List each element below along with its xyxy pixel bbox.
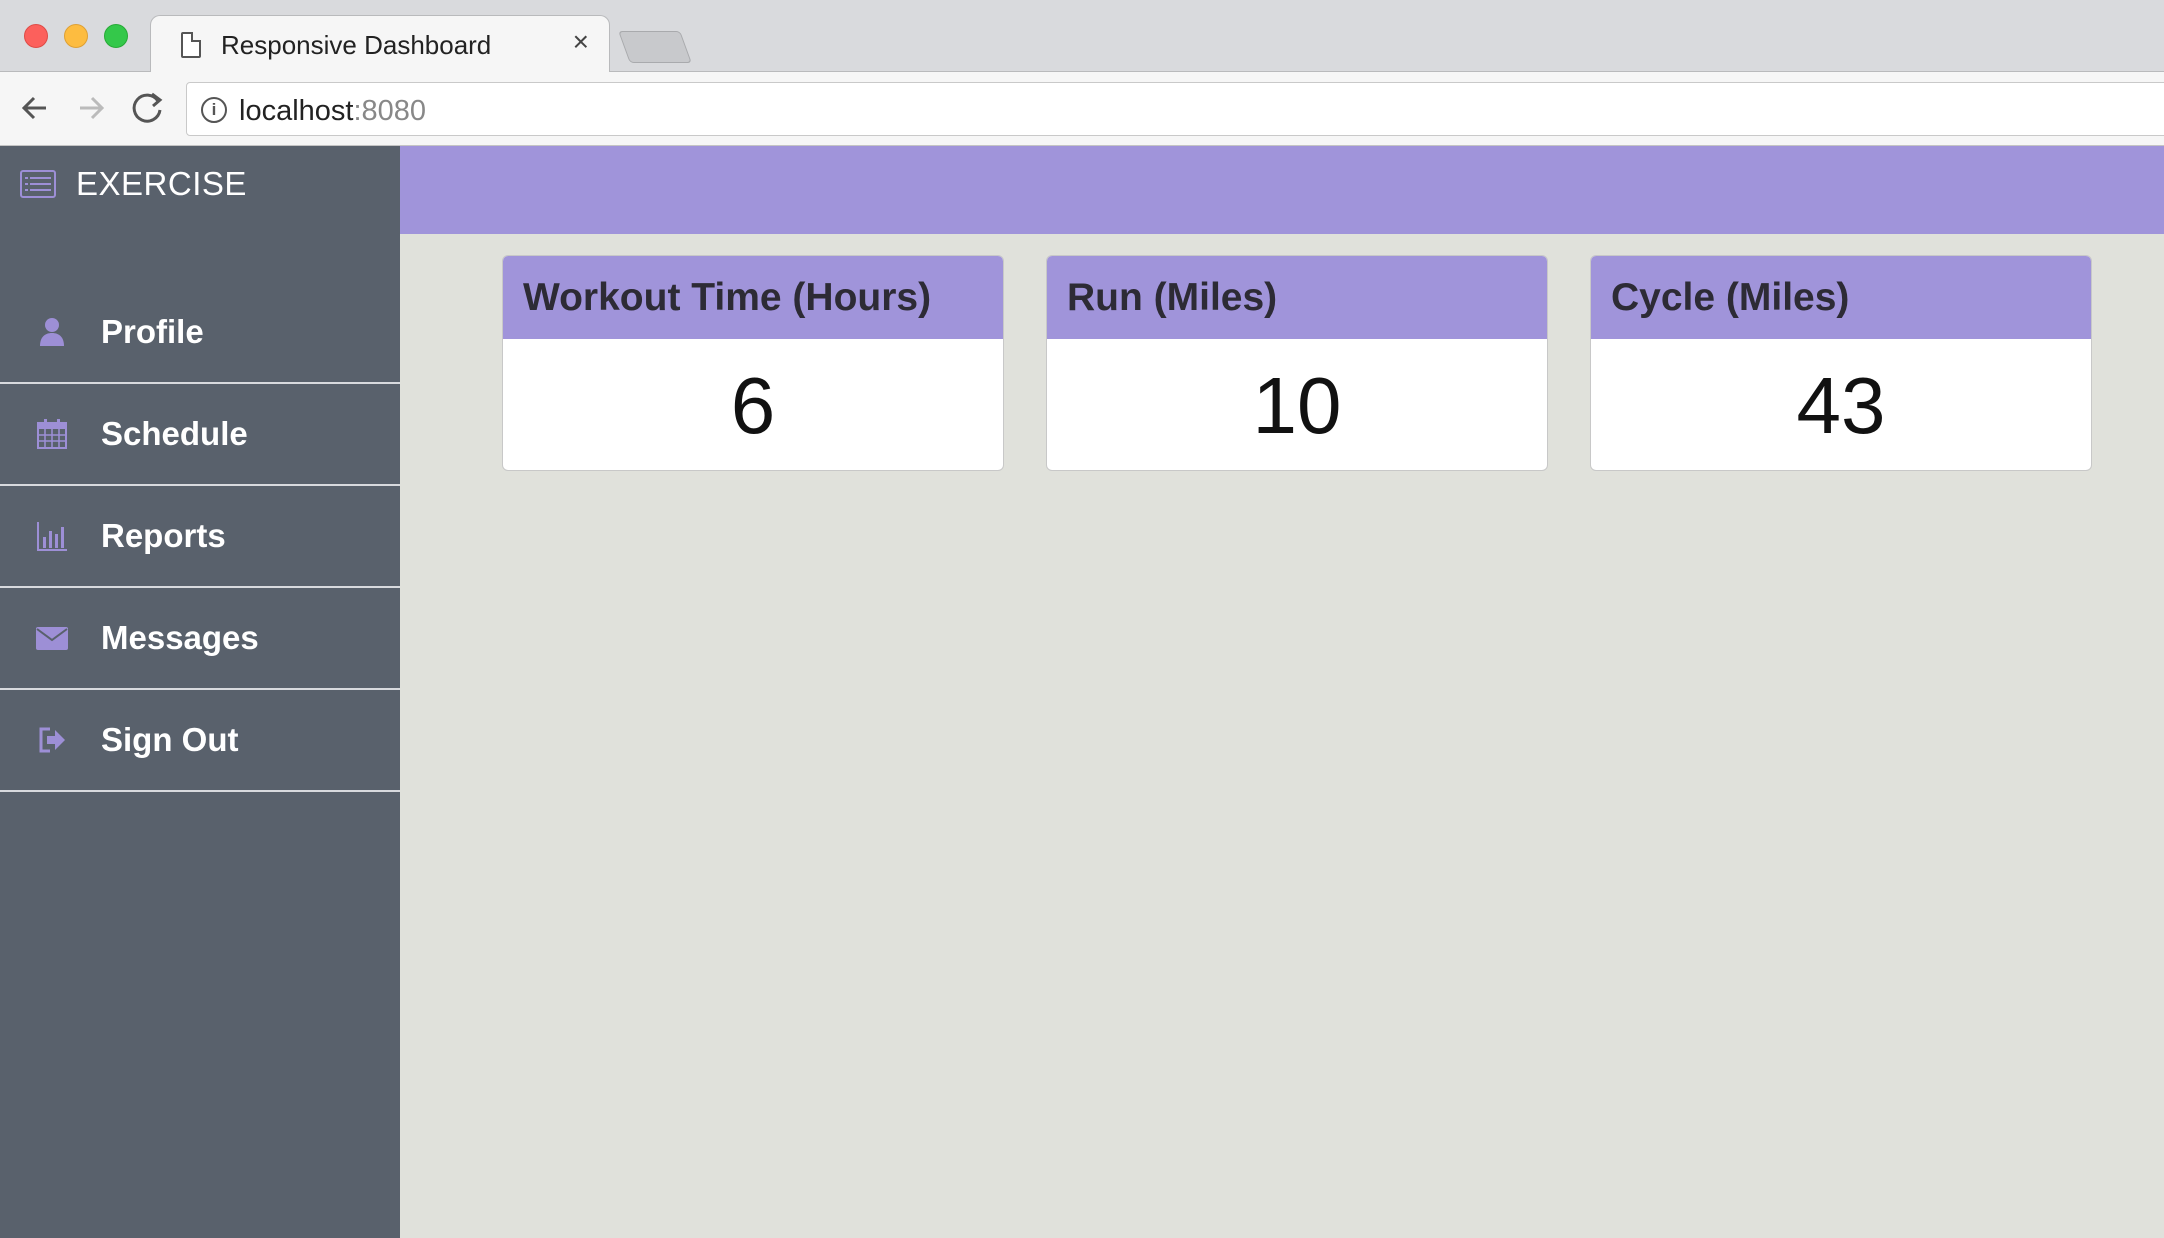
brand[interactable]: EXERCISE (20, 164, 247, 204)
browser-toolbar: i localhost:8080 (0, 72, 2164, 146)
tab-close-button[interactable]: × (573, 28, 589, 56)
stat-card-cycle: Cycle (Miles) 43 (1590, 255, 2092, 471)
card-title: Workout Time (Hours) (523, 275, 932, 319)
card-header: Run (Miles) (1047, 256, 1547, 339)
reload-button[interactable] (126, 86, 170, 130)
minimize-window-button[interactable] (64, 24, 88, 48)
forward-button[interactable] (68, 86, 112, 130)
tab-title: Responsive Dashboard (221, 30, 492, 60)
sign-out-icon (39, 727, 65, 753)
card-header: Cycle (Miles) (1591, 256, 2091, 339)
envelope-icon (36, 627, 68, 650)
stat-card-run: Run (Miles) 10 (1046, 255, 1548, 471)
arrow-right-icon (80, 96, 105, 120)
card-title: Cycle (Miles) (1611, 275, 1850, 319)
card-value: 10 (1252, 360, 1342, 450)
sidebar-item-label: Reports (101, 517, 226, 554)
sidebar-nav: Profile Schedule Reports Messages Sign O… (0, 282, 400, 792)
card-value: 6 (730, 360, 776, 450)
sidebar-item-profile[interactable]: Profile (0, 282, 400, 384)
maximize-window-button[interactable] (104, 24, 128, 48)
sidebar: EXERCISE Profile Schedule Reports Messag… (0, 146, 400, 1238)
sidebar-item-sign-out[interactable]: Sign Out (0, 690, 400, 792)
info-icon[interactable]: i (201, 97, 227, 123)
card-title: Run (Miles) (1067, 275, 1278, 319)
document-icon (181, 32, 201, 58)
bar-chart-icon (37, 522, 67, 551)
url-port: :8080 (353, 95, 427, 127)
sidebar-item-reports[interactable]: Reports (0, 486, 400, 588)
new-tab-button[interactable] (618, 31, 692, 63)
browser-tab-bar: Responsive Dashboard × (0, 0, 2164, 73)
header-bar (400, 146, 2164, 234)
address-bar[interactable]: i localhost:8080 (186, 82, 2164, 136)
card-header: Workout Time (Hours) (503, 256, 1003, 339)
back-button[interactable] (14, 86, 58, 130)
sidebar-item-label: Schedule (101, 415, 248, 452)
arrow-left-icon (21, 96, 46, 120)
url-host: localhost (239, 95, 354, 127)
user-icon (40, 318, 64, 346)
card-value: 43 (1796, 360, 1886, 450)
list-icon (20, 170, 56, 198)
sidebar-item-schedule[interactable]: Schedule (0, 384, 400, 486)
sidebar-item-messages[interactable]: Messages (0, 588, 400, 690)
sidebar-item-label: Messages (101, 619, 259, 656)
sidebar-item-label: Sign Out (101, 721, 239, 758)
close-window-button[interactable] (24, 24, 48, 48)
browser-tab[interactable]: Responsive Dashboard × (150, 15, 610, 73)
sidebar-item-label: Profile (101, 313, 204, 350)
url-text: localhost:8080 (239, 95, 426, 128)
brand-label: EXERCISE (76, 165, 247, 202)
reload-icon (132, 92, 163, 123)
stat-card-workout-time: Workout Time (Hours) 6 (502, 255, 1004, 471)
calendar-icon (37, 419, 67, 449)
